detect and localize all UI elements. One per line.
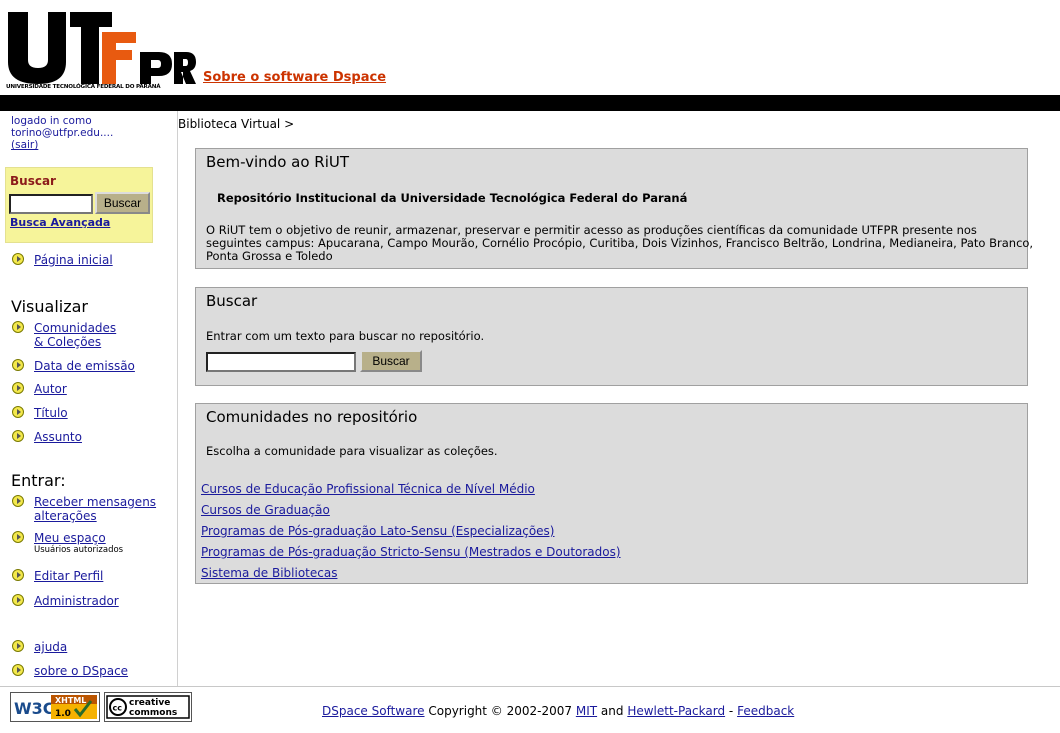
sidebar-search-title: Buscar bbox=[10, 174, 56, 188]
nav-title[interactable]: Título bbox=[12, 406, 68, 420]
logo-subtitle: UNIVERSIDADE TECNOLÓGICA FEDERAL DO PARA… bbox=[6, 84, 161, 90]
login-heading: Entrar: bbox=[11, 471, 66, 490]
footer-copyright: DSpace Software Copyright © 2002-2007 MI… bbox=[322, 704, 794, 718]
nav-author-label[interactable]: Autor bbox=[34, 382, 67, 396]
search-panel-title: Buscar bbox=[206, 292, 258, 310]
sidebar-search-input[interactable] bbox=[9, 194, 93, 214]
community-link[interactable]: Cursos de Educação Profissional Técnica … bbox=[201, 482, 535, 496]
header: UNIVERSIDADE TECNOLÓGICA FEDERAL DO PARA… bbox=[0, 0, 1060, 95]
communities-title: Comunidades no repositório bbox=[206, 408, 418, 426]
main-search-input[interactable] bbox=[206, 352, 356, 372]
feedback-link[interactable]: Feedback bbox=[737, 704, 794, 718]
creative-commons-icon: cc creative commons bbox=[105, 693, 191, 721]
arrow-icon bbox=[12, 664, 24, 676]
nav-receive-line1: Receber mensagens bbox=[34, 495, 157, 509]
nav-my-space-label[interactable]: Meu espaço bbox=[34, 531, 106, 545]
and-text: and bbox=[600, 704, 624, 718]
svg-text:creative: creative bbox=[129, 698, 170, 708]
nav-help[interactable]: ajuda bbox=[12, 640, 67, 654]
nav-date-label[interactable]: Data de emissão bbox=[34, 359, 135, 373]
community-link[interactable]: Sistema de Bibliotecas bbox=[201, 566, 337, 580]
arrow-icon bbox=[12, 430, 24, 442]
nav-edit-profile-label[interactable]: Editar Perfil bbox=[34, 569, 103, 583]
nav-about-dspace-label[interactable]: sobre o DSpace bbox=[34, 664, 128, 678]
nav-receive-alerts[interactable]: Receber mensagens alterações bbox=[12, 495, 156, 523]
about-software-link[interactable]: Sobre o software Dspace bbox=[203, 70, 386, 85]
creative-commons-badge[interactable]: cc creative commons bbox=[104, 692, 192, 722]
logout-link[interactable]: (sair) bbox=[11, 139, 38, 151]
authorized-users-note: Usuários autorizados bbox=[34, 545, 124, 555]
hp-link[interactable]: Hewlett-Packard bbox=[627, 704, 725, 718]
nav-home[interactable]: Página inicial bbox=[12, 253, 113, 267]
advanced-search-link[interactable]: Busca Avançada bbox=[10, 216, 110, 229]
login-email: torino@utfpr.edu.... bbox=[11, 127, 114, 139]
svg-text:W3C: W3C bbox=[14, 699, 55, 718]
svg-text:commons: commons bbox=[129, 708, 177, 718]
nav-date[interactable]: Data de emissão bbox=[12, 359, 135, 373]
sidebar: logado in como torino@utfpr.edu.... (sai… bbox=[0, 111, 178, 686]
communities-text: Escolha a comunidade para visualizar as … bbox=[206, 444, 498, 458]
svg-text:cc: cc bbox=[113, 704, 123, 713]
community-link[interactable]: Programas de Pós-graduação Stricto-Sensu… bbox=[201, 545, 621, 559]
welcome-panel: Bem-vindo ao RiUT Repositório Institucio… bbox=[195, 148, 1033, 269]
welcome-subtitle: Repositório Institucional da Universidad… bbox=[217, 191, 688, 205]
arrow-icon bbox=[12, 531, 24, 543]
welcome-title: Bem-vindo ao RiUT bbox=[206, 153, 350, 171]
nav-subject-label[interactable]: Assunto bbox=[34, 430, 82, 444]
nav-author[interactable]: Autor bbox=[12, 382, 67, 396]
copyright-text: Copyright © 2002-2007 bbox=[428, 704, 573, 718]
arrow-icon bbox=[12, 321, 24, 333]
arrow-icon bbox=[12, 495, 24, 507]
dash-text: - bbox=[728, 704, 734, 718]
nav-edit-profile[interactable]: Editar Perfil bbox=[12, 569, 103, 583]
welcome-text: O RiUT tem o objetivo de reunir, armazen… bbox=[206, 223, 1034, 263]
footer-divider bbox=[0, 686, 1060, 687]
nav-subject[interactable]: Assunto bbox=[12, 430, 82, 444]
arrow-icon bbox=[12, 594, 24, 606]
nav-title-label[interactable]: Título bbox=[34, 406, 68, 420]
nav-communities[interactable]: Comunidades & Coleções bbox=[12, 321, 116, 349]
browse-heading: Visualizar bbox=[11, 297, 88, 316]
search-panel: Buscar Entrar com um texto para buscar n… bbox=[195, 287, 1028, 386]
nav-receive-line2: alterações bbox=[34, 509, 97, 523]
nav-communities-line1: Comunidades bbox=[34, 321, 117, 335]
nav-communities-line2: & Coleções bbox=[34, 335, 102, 349]
w3c-xhtml-badge[interactable]: W3C XHTML 1.0 bbox=[10, 692, 100, 722]
dspace-software-link[interactable]: DSpace Software bbox=[322, 704, 425, 718]
w3c-xhtml-icon: W3C XHTML 1.0 bbox=[11, 693, 99, 721]
utfpr-logo[interactable]: UNIVERSIDADE TECNOLÓGICA FEDERAL DO PARA… bbox=[6, 10, 196, 94]
breadcrumb[interactable]: Biblioteca Virtual > bbox=[178, 117, 294, 131]
main-search-button[interactable]: Buscar bbox=[360, 350, 422, 372]
sidebar-search-button[interactable]: Buscar bbox=[95, 192, 150, 214]
community-link[interactable]: Programas de Pós-graduação Lato-Sensu (E… bbox=[201, 524, 554, 538]
login-label: logado in como bbox=[11, 115, 92, 127]
svg-text:XHTML: XHTML bbox=[55, 696, 86, 705]
arrow-icon bbox=[12, 406, 24, 418]
nav-receive-alerts-label[interactable]: Receber mensagens alterações bbox=[34, 495, 156, 523]
community-link[interactable]: Cursos de Graduação bbox=[201, 503, 330, 517]
top-bar bbox=[0, 95, 1060, 111]
nav-communities-label[interactable]: Comunidades & Coleções bbox=[34, 321, 116, 349]
nav-home-label[interactable]: Página inicial bbox=[34, 253, 113, 267]
sidebar-search-box: Buscar Buscar Busca Avançada bbox=[5, 167, 153, 243]
nav-help-label[interactable]: ajuda bbox=[34, 640, 67, 654]
arrow-icon bbox=[12, 569, 24, 581]
nav-my-space[interactable]: Meu espaço Usuários autorizados bbox=[12, 531, 123, 555]
arrow-icon bbox=[12, 359, 24, 371]
arrow-icon bbox=[12, 253, 24, 265]
nav-about-dspace[interactable]: sobre o DSpace bbox=[12, 664, 128, 678]
search-panel-text: Entrar com um texto para buscar no repos… bbox=[206, 329, 485, 343]
login-status: logado in como torino@utfpr.edu.... (sai… bbox=[11, 115, 113, 151]
svg-text:1.0: 1.0 bbox=[55, 709, 71, 719]
nav-admin[interactable]: Administrador bbox=[12, 594, 119, 608]
arrow-icon bbox=[12, 640, 24, 652]
nav-admin-label[interactable]: Administrador bbox=[34, 594, 119, 608]
arrow-icon bbox=[12, 382, 24, 394]
mit-link[interactable]: MIT bbox=[576, 704, 597, 718]
utfpr-logo-mark bbox=[8, 12, 196, 84]
